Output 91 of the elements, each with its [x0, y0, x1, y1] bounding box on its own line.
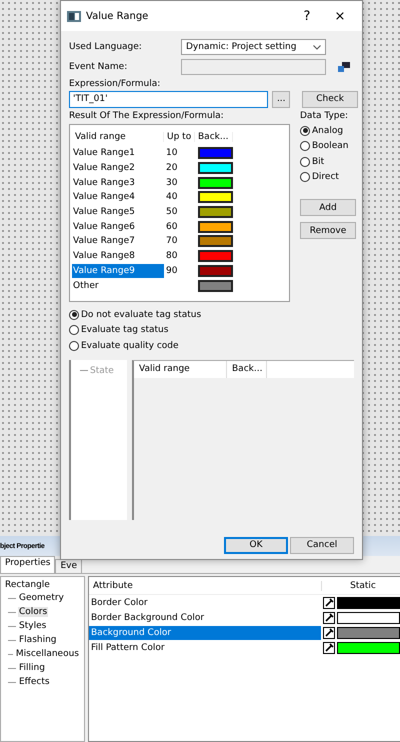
range-limit: 80	[165, 251, 178, 262]
column-header: Valid range	[134, 360, 227, 378]
field-label: Expression/Formula:	[69, 79, 162, 89]
range-name[interactable]: Other	[72, 278, 164, 293]
range-limit: 30	[165, 178, 178, 188]
color-swatch[interactable]	[198, 250, 233, 262]
tree-item[interactable]: Effects	[18, 677, 51, 687]
range-limit: 50	[165, 207, 178, 218]
tree-item[interactable]: Rectangle	[5, 580, 50, 590]
language-dropdown[interactable]: Dynamic: Project setting	[181, 39, 326, 55]
column-header: Up to	[164, 132, 195, 142]
eyedropper-icon[interactable]	[323, 612, 335, 624]
column-header: Attribute	[92, 580, 134, 590]
column-header: Static	[321, 580, 400, 590]
radio-button[interactable]	[300, 156, 310, 167]
range-name[interactable]: Value Range8	[72, 249, 164, 264]
color-swatch[interactable]	[198, 206, 233, 218]
color-swatch[interactable]	[198, 176, 233, 189]
radio-button[interactable]	[69, 310, 79, 320]
range-limit: 60	[165, 222, 178, 232]
range-limit: 10	[165, 148, 178, 158]
table-cell[interactable]: Border Color	[89, 596, 321, 610]
radio-button[interactable]	[300, 141, 310, 152]
radio-label: Do not evaluate tag status	[81, 310, 202, 320]
table-cell[interactable]: Border Background Color	[89, 610, 321, 624]
dialog-button[interactable]: Cancel	[290, 536, 354, 554]
table-cell[interactable]: Background Color	[89, 626, 321, 640]
column-header: Back...	[195, 132, 233, 142]
range-limit: 70	[165, 236, 178, 246]
range-limit: 40	[165, 192, 178, 202]
radio-label: Analog	[312, 126, 344, 136]
range-limit: 20	[165, 163, 178, 174]
range-name[interactable]: Value Range2	[72, 161, 164, 176]
color-swatch[interactable]	[337, 626, 400, 638]
section-label: Result Of The Expression/Formula:	[69, 111, 225, 121]
field-label: Used Language:	[69, 42, 143, 52]
dialog-button[interactable]: OK	[224, 536, 288, 554]
column-header: Valid range	[72, 132, 164, 142]
tree-item[interactable]: Styles	[18, 621, 48, 631]
color-swatch[interactable]	[198, 280, 233, 292]
eyedropper-icon[interactable]	[323, 642, 335, 654]
chevron-down-icon	[313, 44, 321, 50]
range-name[interactable]: Value Range1	[72, 146, 164, 160]
color-swatch[interactable]	[337, 642, 400, 654]
window-title: Value Range	[86, 10, 150, 22]
radio-label: Direct	[312, 172, 339, 182]
range-name[interactable]: Value Range4	[72, 190, 164, 204]
color-swatch[interactable]	[198, 264, 233, 277]
radio-button[interactable]	[69, 340, 79, 351]
check-button[interactable]: Check	[302, 90, 358, 108]
tree-item[interactable]: Geometry	[18, 593, 65, 603]
range-name[interactable]: Value Range5	[72, 205, 164, 220]
color-swatch[interactable]	[198, 235, 233, 248]
range-name[interactable]: Value Range6	[72, 220, 164, 234]
color-swatch[interactable]	[198, 162, 233, 174]
range-name[interactable]: Value Range3	[72, 176, 164, 190]
radio-button[interactable]	[69, 325, 79, 336]
radio-button[interactable]	[300, 126, 310, 136]
tab[interactable]: Properties	[0, 556, 56, 573]
color-swatch[interactable]	[337, 596, 400, 608]
section-label: Data Type:	[300, 111, 350, 121]
tree-item[interactable]: Filling	[18, 663, 46, 673]
field-label: Event Name:	[69, 62, 128, 72]
color-swatch[interactable]	[337, 612, 400, 624]
radio-label: Boolean	[312, 141, 348, 152]
radio-label: Evaluate quality code	[81, 340, 179, 351]
tag-icon[interactable]	[338, 62, 350, 72]
color-swatch[interactable]	[198, 147, 233, 160]
close-button[interactable]: ×	[326, 8, 354, 24]
browse-button[interactable]: ...	[272, 90, 290, 108]
range-name[interactable]: Value Range7	[72, 234, 164, 248]
help-button[interactable]: ?	[293, 8, 321, 24]
radio-label: Bit	[312, 156, 324, 167]
column-header: Back...	[227, 360, 267, 378]
tree-item[interactable]: Miscellaneous	[14, 649, 80, 659]
expression-field[interactable]: 'TIT_01'	[69, 90, 268, 108]
app-icon	[67, 10, 81, 22]
eyedropper-icon[interactable]	[323, 596, 335, 608]
range-name[interactable]: Value Range9	[72, 264, 164, 278]
color-swatch[interactable]	[198, 220, 233, 233]
tree-item[interactable]: Colors	[18, 607, 48, 617]
eyedropper-icon[interactable]	[323, 626, 335, 638]
tab[interactable]: Eve	[55, 559, 82, 573]
tree-item[interactable]: Flashing	[18, 635, 58, 645]
table-cell[interactable]: Fill Pattern Color	[89, 640, 321, 654]
list-action-button[interactable]: Remove	[300, 222, 356, 239]
color-swatch[interactable]	[198, 191, 233, 204]
radio-button[interactable]	[300, 172, 310, 182]
range-limit: 90	[165, 266, 178, 276]
list-action-button[interactable]: Add	[300, 199, 356, 216]
radio-label: Evaluate tag status	[81, 325, 168, 336]
